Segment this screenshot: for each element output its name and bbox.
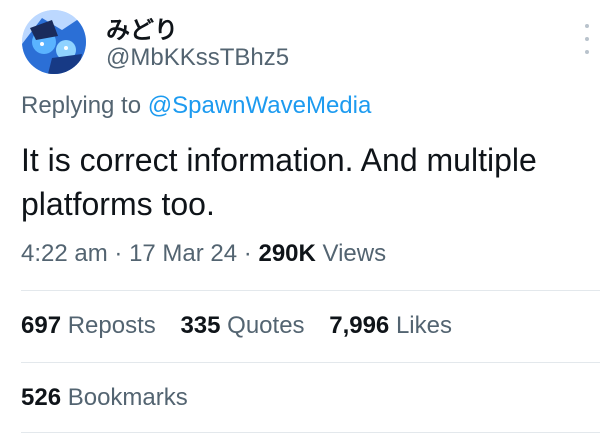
likes-stat[interactable]: 7,996 Likes [329, 312, 452, 340]
likes-count: 7,996 [329, 312, 390, 339]
reposts-stat[interactable]: 697 Reposts [21, 312, 156, 340]
bookmarks-stat[interactable]: 526 Bookmarks [21, 384, 188, 412]
divider [21, 432, 600, 433]
quotes-count: 335 [180, 312, 221, 339]
quotes-label: Quotes [227, 312, 305, 339]
reply-context: Replying to @SpawnWaveMedia [21, 92, 371, 120]
views-count: 290K [258, 240, 316, 267]
reply-mention-link[interactable]: @SpawnWaveMedia [148, 92, 372, 119]
divider [21, 362, 600, 363]
more-options-icon[interactable] [582, 24, 592, 54]
more-dot [585, 24, 589, 28]
author-display-name[interactable]: みどり [106, 10, 178, 45]
quotes-stat[interactable]: 335 Quotes [180, 312, 304, 340]
engagement-stats: 697 Reposts 335 Quotes 7,996 Likes [21, 312, 470, 340]
reposts-count: 697 [21, 312, 62, 339]
avatar[interactable] [22, 10, 86, 74]
author-handle[interactable]: @MbKKssTBhz5 [106, 44, 289, 72]
tweet-text: It is correct information. And multiple … [21, 142, 537, 222]
reposts-label: Reposts [67, 312, 156, 339]
bookmarks-count: 526 [21, 384, 62, 411]
views-label: Views [322, 240, 387, 267]
avatar-illustration-icon [22, 10, 86, 74]
reply-context-prefix: Replying to [21, 92, 142, 119]
more-dot [585, 37, 589, 41]
bookmarks-label: Bookmarks [67, 384, 188, 411]
meta-separator: · [114, 240, 123, 267]
tweet-time[interactable]: 4:22 am [21, 240, 108, 267]
tweet-date[interactable]: 17 Mar 24 [129, 240, 237, 267]
likes-label: Likes [395, 312, 452, 339]
divider [21, 290, 600, 291]
tweet-meta: 4:22 am · 17 Mar 24 · 290K Views [21, 240, 386, 268]
more-dot [585, 50, 589, 54]
meta-separator: · [243, 240, 252, 267]
